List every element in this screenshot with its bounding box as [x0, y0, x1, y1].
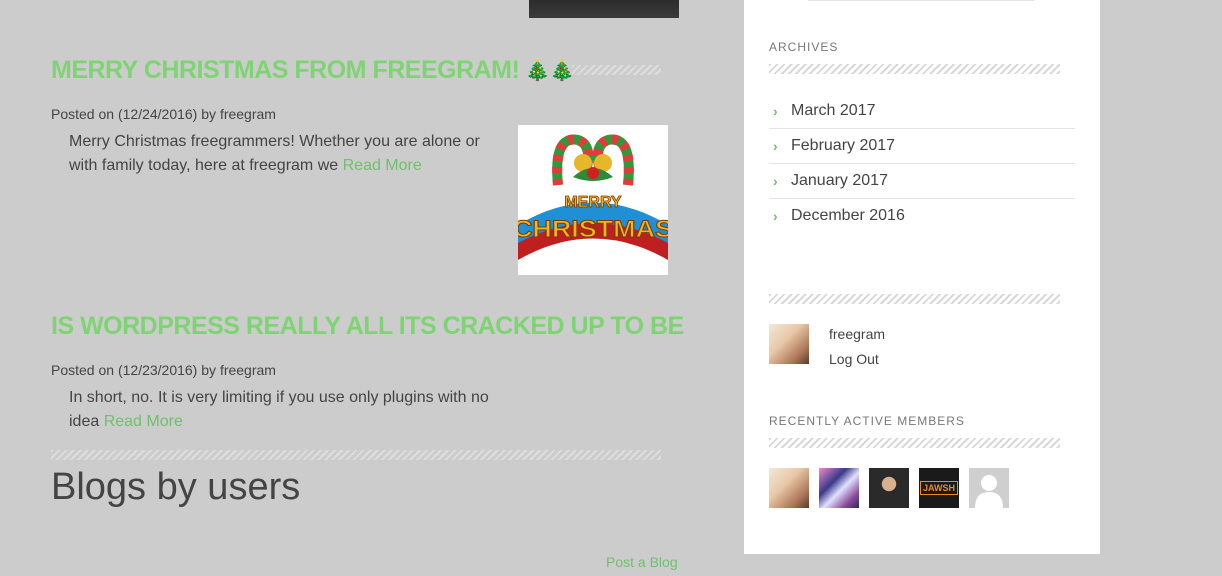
section-divider: [51, 450, 661, 460]
post-meta: Posted on (12/23/2016) by freegram: [51, 362, 276, 378]
user-silhouette-icon: [975, 475, 1003, 508]
archive-item-march-2017[interactable]: › March 2017: [769, 94, 1075, 129]
member-avatar[interactable]: [769, 468, 809, 508]
svg-text:MERRY: MERRY: [564, 194, 622, 211]
user-name-link[interactable]: freegram: [829, 326, 885, 342]
previous-post-thumbnail[interactable]: [529, 0, 679, 18]
merry-christmas-image[interactable]: MERRY CHRISTMAS: [518, 125, 668, 275]
archive-label[interactable]: January 2017: [791, 172, 888, 190]
post-date: (12/23/2016): [117, 362, 198, 378]
post-date: (12/24/2016): [117, 106, 198, 122]
title-divider: [572, 65, 661, 75]
archives-list: › March 2017 › February 2017 › January 2…: [769, 94, 1075, 233]
meta-by: by: [201, 106, 217, 122]
chevron-right-icon: ›: [773, 208, 778, 224]
default-member-avatar[interactable]: [969, 468, 1009, 508]
read-more-link[interactable]: Read More: [104, 413, 183, 430]
post-excerpt: Merry Christmas freegrammers! Whether yo…: [69, 130, 489, 178]
post-title-text[interactable]: IS WORDPRESS REALLY ALL ITS CRACKED UP T…: [51, 312, 684, 341]
archive-label[interactable]: March 2017: [791, 102, 876, 120]
read-more-link[interactable]: Read More: [343, 157, 422, 174]
member-avatar[interactable]: JAWSH: [919, 468, 959, 508]
meta-by: by: [201, 362, 217, 378]
archives-divider: [769, 64, 1060, 74]
post-title[interactable]: IS WORDPRESS REALLY ALL ITS CRACKED UP T…: [51, 312, 684, 341]
archive-item-january-2017[interactable]: › January 2017: [769, 164, 1075, 199]
chevron-right-icon: ›: [773, 138, 778, 154]
post-author[interactable]: freegram: [220, 106, 276, 122]
recently-active-members-title: RECENTLY ACTIVE MEMBERS: [769, 414, 965, 428]
user-avatar[interactable]: [769, 324, 809, 364]
archive-item-february-2017[interactable]: › February 2017: [769, 129, 1075, 164]
sidebar: ARCHIVES › March 2017 › February 2017 › …: [744, 0, 1100, 554]
chevron-right-icon: ›: [773, 173, 778, 189]
member-avatar[interactable]: [819, 468, 859, 508]
sidebar-top-bar: [808, 0, 1034, 1]
jawsh-badge: JAWSH: [919, 481, 958, 495]
archives-title: ARCHIVES: [769, 40, 839, 54]
post-meta: Posted on (12/24/2016) by freegram: [51, 106, 276, 122]
post-author[interactable]: freegram: [220, 362, 276, 378]
archive-label[interactable]: December 2016: [791, 207, 905, 225]
member-avatar[interactable]: [869, 468, 909, 508]
widget-divider: [769, 294, 1060, 304]
post-a-blog-link[interactable]: Post a Blog: [606, 554, 678, 570]
post-title-text[interactable]: MERRY CHRISTMAS FROM FREEGRAM!: [51, 56, 520, 85]
members-divider: [769, 438, 1060, 448]
blogs-section-title: Blogs by users: [51, 466, 301, 508]
archive-label[interactable]: February 2017: [791, 137, 895, 155]
svg-text:CHRISTMAS: CHRISTMAS: [518, 216, 668, 243]
logout-link[interactable]: Log Out: [829, 351, 879, 367]
chevron-right-icon: ›: [773, 103, 778, 119]
christmas-tree-icon: 🎄🎄: [525, 60, 575, 82]
post-title[interactable]: MERRY CHRISTMAS FROM FREEGRAM! 🎄🎄: [51, 56, 575, 85]
archive-item-december-2016[interactable]: › December 2016: [769, 199, 1075, 233]
meta-label: Posted on: [51, 106, 115, 122]
meta-label: Posted on: [51, 362, 115, 378]
post-excerpt: In short, no. It is very limiting if you…: [69, 386, 489, 434]
